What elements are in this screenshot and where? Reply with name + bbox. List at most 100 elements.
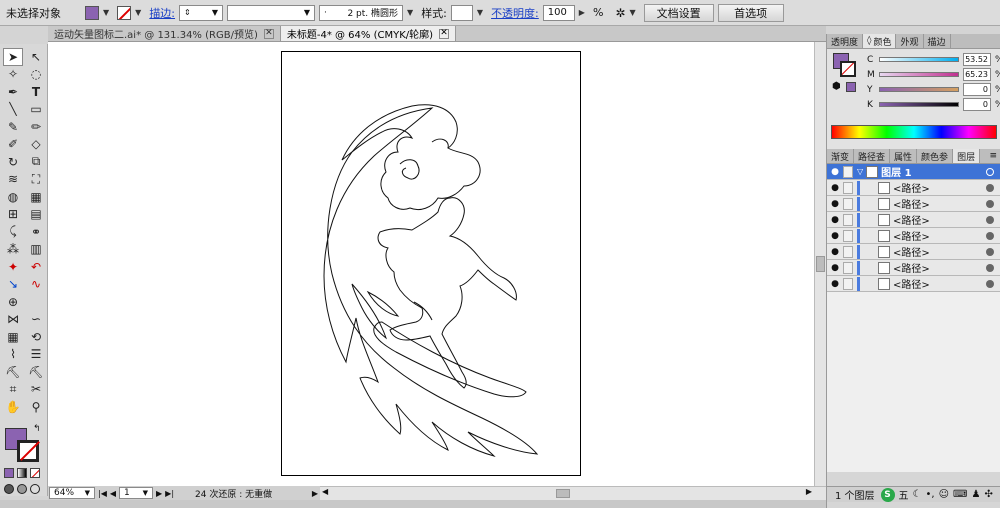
rectangle-tool-icon[interactable]: ▭ [26, 101, 46, 119]
settings-icon[interactable]: ✣ [984, 489, 992, 500]
live-paint-tool-icon[interactable]: ⛏ [3, 363, 23, 381]
perspective-grid-tool-icon[interactable]: ▦ [26, 188, 46, 206]
path-join-tool-icon[interactable]: ↘ [3, 276, 23, 294]
variable-width-field[interactable]: ▼ [227, 4, 316, 21]
layer-target-icon[interactable] [986, 167, 994, 176]
artboard-tool-icon[interactable]: ⋈ [3, 311, 23, 329]
target-icon[interactable] [986, 199, 994, 208]
lock-toggle[interactable] [843, 261, 853, 274]
fill-stroke-widget[interactable]: ↰ [5, 424, 43, 464]
path-row[interactable]: ● <路径> [827, 212, 1000, 228]
path-name[interactable]: <路径> [893, 196, 930, 211]
path-name[interactable]: <路径> [893, 260, 930, 275]
tab-doc-1[interactable]: 运动矢量图标二.ai* @ 131.34% (RGB/预览) ✕ [48, 26, 281, 41]
gradient-tool-icon[interactable]: ▤ [26, 206, 46, 224]
vertical-scroll-thumb[interactable] [816, 256, 825, 272]
lock-toggle[interactable] [843, 229, 853, 242]
target-icon[interactable] [986, 231, 994, 240]
scale-tool-icon[interactable]: ⧉ [26, 153, 46, 171]
page-field[interactable]: 1 ▼ [119, 487, 154, 499]
path-row[interactable]: ● <路径> [827, 228, 1000, 244]
rotate-tool-icon[interactable]: ↻ [3, 153, 23, 171]
target-icon[interactable] [986, 215, 994, 224]
target-icon[interactable] [986, 247, 994, 256]
recolor-icon[interactable]: ✲ [615, 6, 625, 20]
path-smooth-tool-icon[interactable]: ∿ [26, 276, 46, 294]
artboard[interactable] [281, 51, 581, 476]
style-swatch-field[interactable] [450, 4, 473, 21]
scroll-right-icon[interactable]: ▶ [806, 487, 812, 496]
gradient-mode-icon[interactable] [17, 468, 27, 478]
none-mode-icon[interactable] [30, 468, 40, 478]
draw-behind-icon[interactable] [17, 484, 27, 494]
path-row[interactable]: ● <路径> [827, 260, 1000, 276]
slice-tool-icon[interactable]: ∽ [26, 311, 46, 329]
out-of-gamut-swatch[interactable] [846, 82, 856, 92]
draw-inside-icon[interactable] [30, 484, 40, 494]
twirl-tool-icon[interactable]: ⟲ [26, 328, 46, 346]
document-canvas[interactable] [48, 42, 814, 486]
warp-tool-icon[interactable]: ≋ [3, 171, 23, 189]
blend-tool-icon[interactable]: ⚭ [26, 223, 46, 241]
hand-tool-icon[interactable]: ✋ [3, 398, 23, 416]
pen-tool-icon[interactable]: ✒ [3, 83, 23, 101]
close-icon[interactable]: ✕ [263, 28, 274, 39]
path-row[interactable]: ● <路径> [827, 276, 1000, 292]
lasso-tool-icon[interactable]: ◌ [26, 66, 46, 84]
vertical-scrollbar[interactable] [814, 42, 826, 486]
tab-color[interactable]: ◊ 颜色 [863, 34, 897, 48]
tab-stroke[interactable]: 描边 [924, 34, 951, 48]
paintbrush-tool-icon[interactable]: ✎ [3, 118, 23, 136]
stroke-box[interactable] [17, 440, 39, 462]
opacity-dropdown-icon[interactable]: ▶ [579, 8, 585, 17]
stroke-swatch[interactable] [117, 5, 132, 20]
tab-attributes[interactable]: 属性 [890, 149, 918, 163]
selection-tool-icon[interactable]: ➤ [3, 48, 23, 66]
brush-definition-field[interactable]: · 2 pt. 椭圆形 [319, 4, 404, 21]
expand-arrow-icon[interactable]: ▽ [857, 167, 863, 176]
ime-mode[interactable]: 五 [899, 487, 909, 502]
eraser-tool-icon[interactable]: ◇ [26, 136, 46, 154]
column-graph-tool-icon[interactable]: ▥ [26, 241, 46, 259]
opacity-field[interactable]: 100 [542, 4, 575, 21]
symbol-sprayer-tool-icon[interactable]: ⁂ [3, 241, 23, 259]
lock-toggle[interactable] [843, 197, 853, 210]
first-page-icon[interactable]: |◀ [98, 489, 107, 498]
tab-gradient[interactable]: 渐变 [827, 149, 855, 163]
tab-transparency[interactable]: 透明度 [827, 34, 864, 48]
eyedropper-tool-icon[interactable]: ⤹ [3, 223, 23, 241]
knife-tool-icon[interactable]: ✂ [26, 381, 46, 399]
anchor-add-tool-icon[interactable]: ✦ [3, 258, 23, 276]
magenta-value[interactable]: 65.23 [963, 68, 991, 81]
list-tool-icon[interactable]: ☰ [26, 346, 46, 364]
yellow-value[interactable]: 0 [963, 83, 991, 96]
brush-dropdown-icon[interactable]: ▼ [407, 8, 413, 17]
last-page-icon[interactable]: ▶| [165, 489, 174, 498]
stroke-weight-field[interactable]: ⇕ ▼ [179, 4, 224, 21]
cyan-value[interactable]: 53.52 [963, 53, 991, 66]
anchor-convert-tool-icon[interactable]: ↶ [26, 258, 46, 276]
crop-tool-icon[interactable]: ⌗ [3, 381, 23, 399]
style-dropdown-icon[interactable]: ▼ [477, 8, 483, 17]
status-menu-icon[interactable]: ▶ [312, 489, 318, 498]
fill-dropdown-icon[interactable]: ▼ [103, 8, 109, 17]
visibility-eye-icon[interactable]: ● [827, 279, 843, 289]
tab-layers[interactable]: 图层 [953, 149, 981, 163]
visibility-eye-icon[interactable]: ● [827, 199, 843, 209]
visibility-eye-icon[interactable]: ● [827, 231, 843, 241]
free-transform-tool-icon[interactable]: ⛶ [26, 171, 46, 189]
blob-brush-tool-icon[interactable]: ✐ [3, 136, 23, 154]
target-icon[interactable] [986, 263, 994, 272]
moon-icon[interactable]: ☾ [913, 489, 922, 500]
tab-appearance[interactable]: 外观 [896, 34, 924, 48]
lock-toggle[interactable] [843, 165, 853, 178]
prev-page-icon[interactable]: ◀ [110, 489, 116, 498]
visibility-eye-icon[interactable]: ● [827, 263, 843, 273]
tab-color-guide[interactable]: 颜色参 [917, 149, 954, 163]
live-paint-select-tool-icon[interactable]: ⛏ [26, 363, 46, 381]
panel-menu-icon[interactable]: ≡ [989, 151, 997, 161]
lock-toggle[interactable] [843, 181, 853, 194]
magenta-slider[interactable] [879, 72, 959, 77]
tab-pathfinder[interactable]: 路径查 [854, 149, 891, 163]
color-spectrum[interactable] [831, 125, 997, 139]
